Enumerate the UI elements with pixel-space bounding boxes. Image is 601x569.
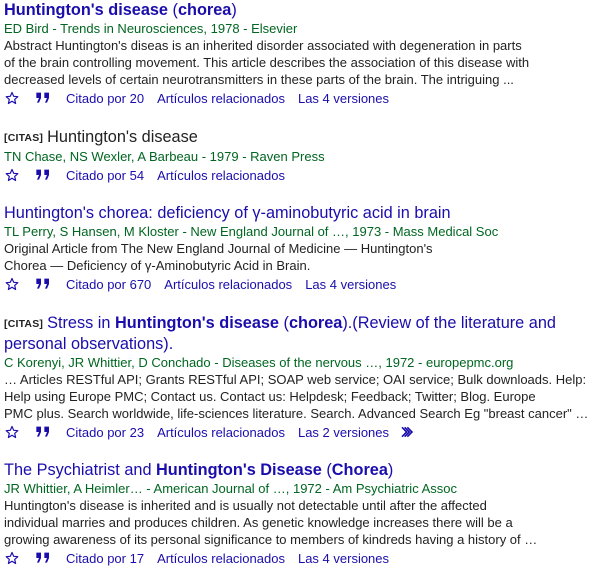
result-actions: Citado por 23 Artículos relacionados Las 2…: [4, 422, 598, 442]
result-authors: TN Chase, NS Wexler, A Barbeau - 1979 - …: [4, 149, 325, 164]
cited-by-link[interactable]: Citado por 54: [66, 167, 144, 184]
related-articles-link[interactable]: Artículos relacionados: [157, 90, 285, 107]
title-segment: Chorea: [331, 461, 388, 479]
result-item: [CITAS] Stress in Huntington's disease (c…: [4, 313, 598, 442]
result-title: The Psychiatrist and Huntington's Diseas…: [4, 460, 598, 480]
result-actions: Citado por 20 Artículos relacionados Las 4…: [4, 88, 598, 108]
title-segment: Huntington's disease: [4, 1, 168, 19]
result-title-link[interactable]: Stress in Huntington's disease (chorea).…: [4, 314, 556, 353]
star-icon[interactable]: [4, 168, 20, 182]
title-segment: (: [321, 461, 332, 479]
versions-link[interactable]: Las 4 versiones: [298, 90, 389, 107]
title-segment: ): [387, 461, 394, 479]
related-articles-link[interactable]: Artículos relacionados: [157, 550, 285, 567]
snippet-line: of the brain controlling movement. This …: [4, 55, 530, 70]
result-actions: Citado por 670 Artículos relacionados Las …: [4, 274, 598, 294]
snippet-line: Help using Europe PMC; Contact us. Conta…: [4, 389, 536, 404]
result-snippet: … Articles RESTful API; Grants RESTful A…: [4, 371, 598, 422]
title-segment: chorea: [177, 1, 232, 19]
result-item: The Psychiatrist and Huntington's Diseas…: [4, 460, 598, 568]
result-title: [CITAS] Huntington's disease: [4, 127, 598, 148]
snippet-line: Chorea — Deficiency of γ-Aminobutyric Ac…: [4, 258, 311, 273]
snippet-line: Abstract Huntington's diseas is an inher…: [4, 38, 522, 53]
snippet-line: Huntington's disease is inherited and is…: [4, 498, 487, 513]
result-title-link: Huntington's disease: [47, 128, 198, 146]
cited-by-link[interactable]: Citado por 23: [66, 424, 144, 441]
result-authors: ED Bird - Trends in Neurosciences, 1978 …: [4, 21, 298, 36]
result-item: Huntington's disease (chorea) ED Bird - T…: [4, 0, 598, 108]
result-authors: JR Whittier, A Heimler… - American Journ…: [4, 481, 457, 496]
versions-link[interactable]: Las 4 versiones: [298, 550, 389, 567]
title-segment: Huntington's Disease: [156, 461, 322, 479]
result-authors: C Korenyi, JR Whittier, D Conchado - Dis…: [4, 355, 514, 370]
title-segment: Huntington's disease: [115, 314, 279, 332]
snippet-line: individual marries and produces children…: [4, 515, 513, 530]
result-title-link[interactable]: Huntington's chorea: deficiency of γ-ami…: [4, 204, 451, 222]
snippet-line: decreased levels of certain neurotransmi…: [4, 72, 514, 87]
result-title-link[interactable]: The Psychiatrist and Huntington's Diseas…: [4, 461, 393, 479]
result-snippet: Abstract Huntington's diseas is an inher…: [4, 37, 598, 88]
result-title: Huntington's disease (chorea): [4, 0, 598, 20]
result-title-link[interactable]: Huntington's disease (chorea): [4, 1, 237, 19]
cited-by-link[interactable]: Citado por 20: [66, 90, 144, 107]
star-icon[interactable]: [4, 425, 20, 439]
result-snippet: Huntington's disease is inherited and is…: [4, 497, 598, 548]
title-segment: Huntington's chorea: deficiency of γ-ami…: [4, 204, 451, 222]
quote-icon[interactable]: [34, 91, 52, 105]
title-segment: Huntington's disease: [47, 128, 198, 146]
title-segment: (: [168, 1, 178, 19]
snippet-line: PMC plus. Search worldwide, life-science…: [4, 406, 589, 421]
related-articles-link[interactable]: Artículos relacionados: [157, 167, 285, 184]
quote-icon[interactable]: [34, 425, 52, 439]
cited-by-link[interactable]: Citado por 670: [66, 276, 151, 293]
quote-icon[interactable]: [34, 168, 52, 182]
result-title: [CITAS] Stress in Huntington's disease (c…: [4, 313, 598, 354]
citation-tag: [CITAS]: [4, 132, 44, 144]
versions-link[interactable]: Las 2 versiones: [298, 424, 389, 441]
result-snippet: Original Article from The New England Jo…: [4, 240, 598, 274]
star-icon[interactable]: [4, 551, 20, 565]
title-segment: ): [231, 1, 237, 19]
citation-tag: [CITAS]: [4, 318, 44, 330]
title-segment: The Psychiatrist and: [4, 461, 157, 479]
title-segment: (: [279, 314, 289, 332]
snippet-line: growing awareness of its personal signif…: [4, 532, 538, 547]
title-segment: chorea: [288, 314, 343, 332]
related-articles-link[interactable]: Artículos relacionados: [157, 424, 285, 441]
result-actions: Citado por 54 Artículos relacionados: [4, 165, 598, 185]
versions-link[interactable]: Las 4 versiones: [305, 276, 396, 293]
result-title: Huntington's chorea: deficiency of γ-ami…: [4, 203, 598, 223]
result-authors: TL Perry, S Hansen, M Kloster - New Engl…: [4, 224, 499, 239]
result-actions: Citado por 17 Artículos relacionados Las 4…: [4, 548, 598, 568]
snippet-line: Original Article from The New England Jo…: [4, 241, 433, 256]
star-icon[interactable]: [4, 277, 20, 291]
title-segment: Stress in: [47, 314, 115, 332]
related-articles-link[interactable]: Artículos relacionados: [164, 276, 292, 293]
quote-icon[interactable]: [34, 277, 52, 291]
cited-by-link[interactable]: Citado por 17: [66, 550, 144, 567]
result-item: [CITAS] Huntington's disease TN Chase, NS …: [4, 127, 598, 185]
more-options-icon[interactable]: [399, 425, 417, 439]
quote-icon[interactable]: [34, 551, 52, 565]
result-item: Huntington's chorea: deficiency of γ-ami…: [4, 203, 598, 294]
snippet-line: … Articles RESTful API; Grants RESTful A…: [4, 372, 587, 387]
star-icon[interactable]: [4, 91, 20, 105]
